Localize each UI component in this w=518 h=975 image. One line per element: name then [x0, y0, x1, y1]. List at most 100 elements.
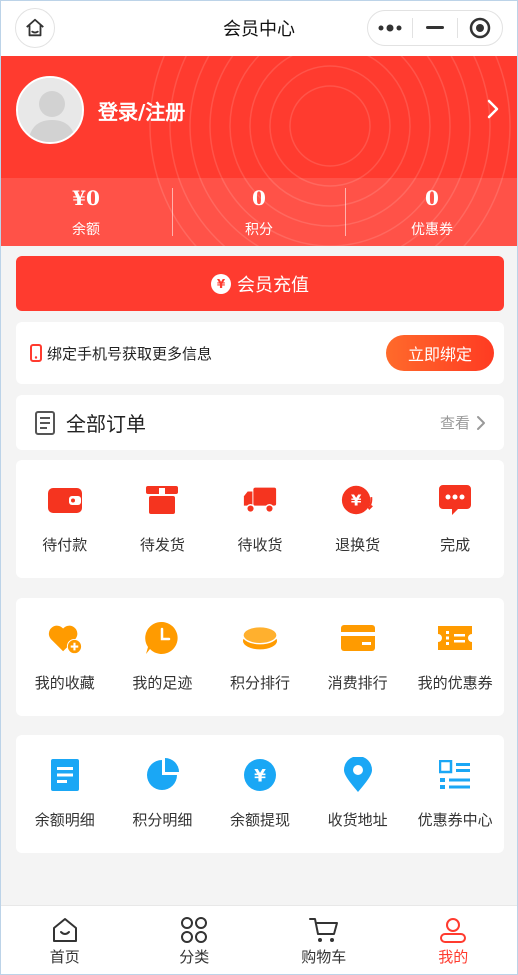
account-item-label: 优惠券中心	[417, 811, 493, 829]
service-item-label: 消费排行	[327, 674, 388, 692]
view-label: 查看	[439, 414, 470, 432]
refund-icon: ¥	[341, 485, 373, 515]
package-icon	[146, 486, 179, 514]
yen-icon: ¥	[211, 273, 231, 294]
more-dots-icon	[378, 24, 402, 32]
coins-icon	[242, 625, 278, 650]
order-item-label: 待收货	[237, 536, 283, 554]
top-nav-bar: 会员中心	[0, 0, 518, 56]
tab-home[interactable]: 首页	[0, 906, 130, 975]
member-recharge-button[interactable]: ¥ 会员充值	[16, 256, 504, 311]
tab-label: 购物车	[301, 948, 347, 966]
all-orders-header[interactable]: 全部订单 查看	[16, 395, 504, 450]
avatar[interactable]	[16, 76, 84, 144]
stat-value: 0	[425, 186, 439, 210]
my-coupons[interactable]: 我的优惠券	[406, 598, 504, 693]
more-button[interactable]	[368, 11, 412, 45]
close-miniapp-button[interactable]	[458, 11, 502, 45]
truck-icon	[243, 487, 277, 514]
user-icon	[440, 918, 467, 943]
phone-icon	[30, 344, 42, 362]
order-item-label: 待付款	[42, 536, 88, 554]
card-icon	[340, 625, 375, 651]
service-item-label: 积分排行	[229, 674, 290, 692]
order-item-label: 待发货	[139, 536, 185, 554]
clock-bubble-icon	[145, 621, 179, 654]
service-item-label: 我的优惠券	[417, 674, 493, 692]
account-item-label: 收货地址	[327, 811, 388, 829]
recharge-label: 会员充值	[237, 274, 309, 296]
order-document-icon	[35, 410, 55, 435]
balance-details[interactable]: 余额明细	[16, 735, 114, 830]
order-pending-payment[interactable]: 待付款	[16, 460, 114, 555]
order-item-label: 退换货	[335, 536, 381, 554]
stat-points[interactable]: 0 积分	[173, 178, 345, 246]
chat-dots-icon	[439, 485, 472, 515]
balance-withdraw[interactable]: ¥ 余额提现	[211, 735, 309, 830]
order-return-exchange[interactable]: ¥ 退换货	[309, 460, 407, 555]
bind-now-button[interactable]: 立即绑定	[386, 335, 494, 371]
tab-mine[interactable]: 我的	[389, 906, 518, 975]
location-pin-icon	[343, 757, 372, 792]
svg-text:¥: ¥	[254, 767, 266, 787]
list-icon	[439, 760, 471, 789]
tab-category[interactable]: 分类	[130, 906, 260, 975]
service-item-label: 我的收藏	[34, 674, 95, 692]
tab-cart[interactable]: 购物车	[259, 906, 389, 975]
home-icon	[26, 18, 44, 37]
minimize-button[interactable]	[413, 11, 457, 45]
cart-icon	[308, 918, 338, 942]
shipping-address[interactable]: 收货地址	[309, 735, 407, 830]
bottom-tab-bar: 首页 分类 购物车 我的	[0, 905, 518, 975]
points-details[interactable]: 积分明细	[114, 735, 212, 830]
stat-coupons[interactable]: 0 优惠券	[346, 178, 518, 246]
account-grid: 余额明细 积分明细 ¥ 余额提现 收货地址 优惠券中心	[16, 735, 504, 853]
coupon-center[interactable]: 优惠券中心	[406, 735, 504, 830]
document-icon	[50, 759, 79, 791]
chevron-right-icon[interactable]	[486, 98, 500, 120]
services-grid: 我的收藏 我的足迹 积分排行 消费排行 我的优惠券	[16, 598, 504, 716]
order-pending-shipment[interactable]: 待发货	[114, 460, 212, 555]
page-title: 会员中心	[223, 19, 295, 40]
tab-label: 分类	[179, 948, 210, 966]
order-completed[interactable]: 完成	[406, 460, 504, 555]
bind-phone-text: 绑定手机号获取更多信息	[47, 344, 213, 363]
account-stats: ¥0 余额 0 积分 0 优惠券	[0, 178, 518, 246]
all-orders-title: 全部订单	[66, 412, 146, 436]
ticket-icon	[438, 626, 473, 650]
chevron-right-icon	[477, 415, 485, 430]
tab-label: 首页	[49, 948, 80, 966]
member-header: 登录/注册 ¥0 余额 0 积分 0 优惠券	[0, 56, 518, 246]
target-circle-icon	[469, 17, 491, 39]
login-register-link[interactable]: 登录/注册	[98, 96, 185, 125]
account-item-label: 积分明细	[132, 811, 193, 829]
wallet-icon	[47, 488, 82, 513]
account-item-label: 余额提现	[229, 811, 290, 829]
stat-label: 优惠券	[411, 222, 453, 238]
pie-chart-icon	[147, 758, 180, 790]
stat-label: 余额	[72, 222, 100, 238]
home-icon	[52, 918, 77, 942]
svg-text:¥: ¥	[350, 492, 361, 510]
order-status-grid: 待付款 待发货 待收货 ¥ 退换货 完成	[16, 460, 504, 578]
yen-circle-icon: ¥	[243, 759, 276, 791]
order-pending-receipt[interactable]: 待收货	[211, 460, 309, 555]
home-button[interactable]	[15, 8, 55, 48]
order-item-label: 完成	[440, 536, 471, 554]
tab-label: 我的	[438, 948, 469, 966]
view-all-orders-link[interactable]: 查看	[440, 412, 488, 433]
spending-ranking[interactable]: 消费排行	[309, 598, 407, 693]
heart-plus-icon	[48, 625, 82, 655]
service-item-label: 我的足迹	[132, 674, 193, 692]
my-favorites[interactable]: 我的收藏	[16, 598, 114, 693]
category-icon	[181, 917, 208, 943]
bind-phone-banner: 绑定手机号获取更多信息 立即绑定	[16, 322, 504, 384]
points-ranking[interactable]: 积分排行	[211, 598, 309, 693]
stat-value: 0	[252, 186, 266, 210]
miniapp-capsule	[367, 10, 503, 46]
minus-icon	[426, 26, 444, 29]
account-item-label: 余额明细	[34, 811, 95, 829]
stat-value: ¥0	[72, 186, 100, 210]
stat-balance[interactable]: ¥0 余额	[0, 178, 172, 246]
my-footprints[interactable]: 我的足迹	[114, 598, 212, 693]
